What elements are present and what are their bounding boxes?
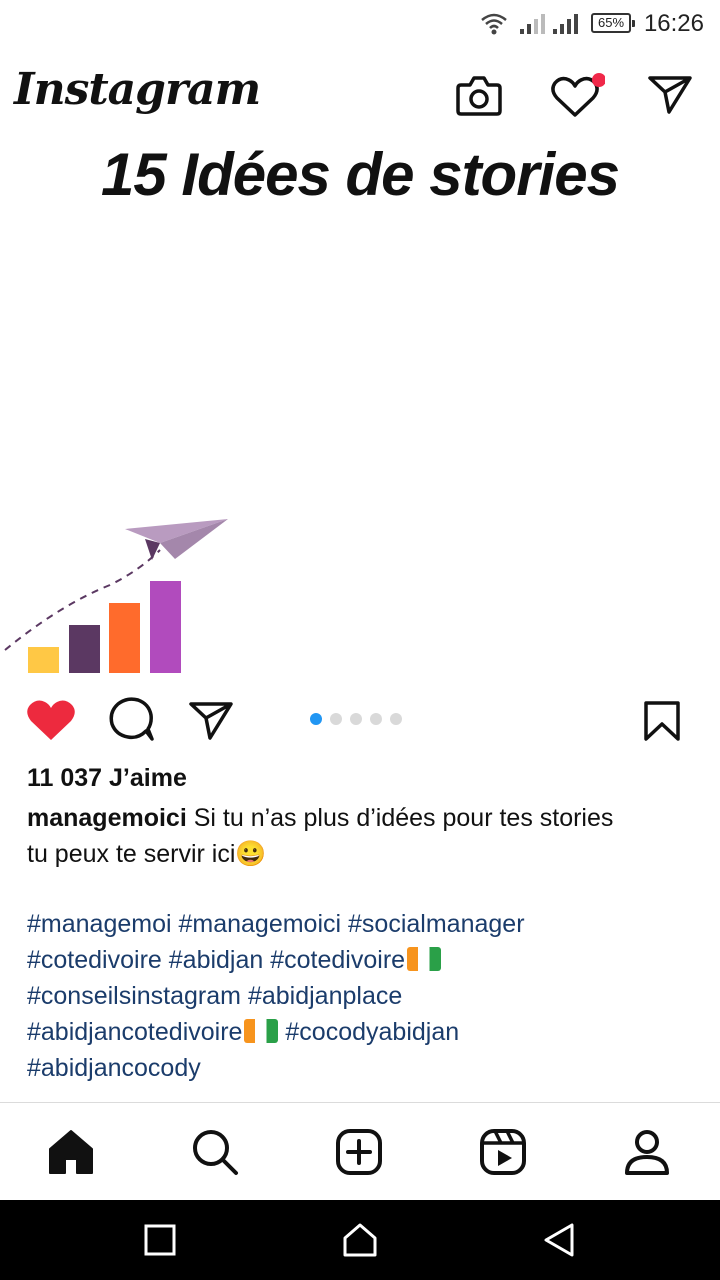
share-button[interactable] <box>188 700 234 742</box>
hashtag-link[interactable]: #socialmanager <box>348 910 525 938</box>
home-icon[interactable] <box>46 1127 96 1177</box>
hashtag-link[interactable]: #cotedivoire <box>270 946 405 974</box>
system-nav-bar <box>0 1200 720 1280</box>
home-icon[interactable] <box>340 1220 380 1260</box>
back-icon[interactable] <box>540 1220 580 1260</box>
carousel-dot <box>370 713 382 725</box>
hashtag-link[interactable]: #abidjanplace <box>248 982 402 1010</box>
hashtag-link[interactable]: #abidjan <box>169 946 264 974</box>
status-time: 16:26 <box>643 10 704 37</box>
carousel-dot-active <box>310 713 322 725</box>
battery-indicator: 65% <box>591 13 635 33</box>
paper-plane-fold <box>145 539 160 560</box>
likes-count[interactable]: 11 037 J’aime <box>27 764 187 793</box>
bar-1 <box>28 647 59 673</box>
camera-icon[interactable] <box>455 73 503 119</box>
hashtag-link[interactable]: #conseilsinstagram <box>27 982 241 1010</box>
carousel-dot <box>330 713 342 725</box>
cote-divoire-flag-icon <box>407 947 442 971</box>
post-image[interactable]: 15 Idées de stories <box>0 120 720 680</box>
carousel-dot <box>350 713 362 725</box>
hashtag-link[interactable]: #abidjancocody <box>27 1054 201 1082</box>
carousel-dot <box>390 713 402 725</box>
send-icon[interactable] <box>647 74 693 116</box>
add-post-icon[interactable] <box>334 1127 384 1177</box>
notification-dot <box>592 73 605 87</box>
hashtags-block: #managemoi #managemoici #socialmanager #… <box>27 906 707 1086</box>
heart-icon[interactable] <box>549 72 605 120</box>
post-image-title: 15 Idées de stories <box>101 141 620 208</box>
status-bar: 65% 16:26 <box>0 0 720 48</box>
hashtag-link[interactable]: #cocodyabidjan <box>285 1018 459 1046</box>
wifi-icon <box>481 13 507 35</box>
carousel-indicator <box>310 713 402 725</box>
hashtag-link[interactable]: #abidjancotedivoire <box>27 1018 242 1046</box>
bottom-nav <box>0 1103 720 1200</box>
bar-2 <box>69 625 100 673</box>
like-button[interactable] <box>26 698 76 742</box>
cote-divoire-flag-icon <box>244 1019 279 1043</box>
author-username[interactable]: managemoici <box>27 804 187 832</box>
signal-icon-sim2 <box>553 14 578 34</box>
bookmark-button[interactable] <box>642 700 682 742</box>
profile-icon[interactable] <box>622 1127 672 1177</box>
app-logo[interactable]: Instagram <box>14 64 261 115</box>
hashtag-link[interactable]: #managemoici <box>178 910 341 938</box>
bar-3 <box>109 603 140 673</box>
caption-text-line1: Si tu n’as plus d’idées pour tes stories <box>186 804 614 832</box>
post-caption: managemoici Si tu n’as plus d’idées pour… <box>27 800 697 872</box>
growth-chart-illustration <box>4 519 228 673</box>
bar-4 <box>150 581 181 673</box>
comment-button[interactable] <box>108 697 156 743</box>
search-icon[interactable] <box>190 1127 240 1177</box>
hashtag-link[interactable]: #cotedivoire <box>27 946 162 974</box>
recents-icon[interactable] <box>140 1220 180 1260</box>
caption-text-line2: tu peux te servir ici😀 <box>27 840 267 868</box>
reels-icon[interactable] <box>478 1127 528 1177</box>
signal-icon-sim1 <box>520 14 545 34</box>
hashtag-link[interactable]: #managemoi <box>27 910 172 938</box>
